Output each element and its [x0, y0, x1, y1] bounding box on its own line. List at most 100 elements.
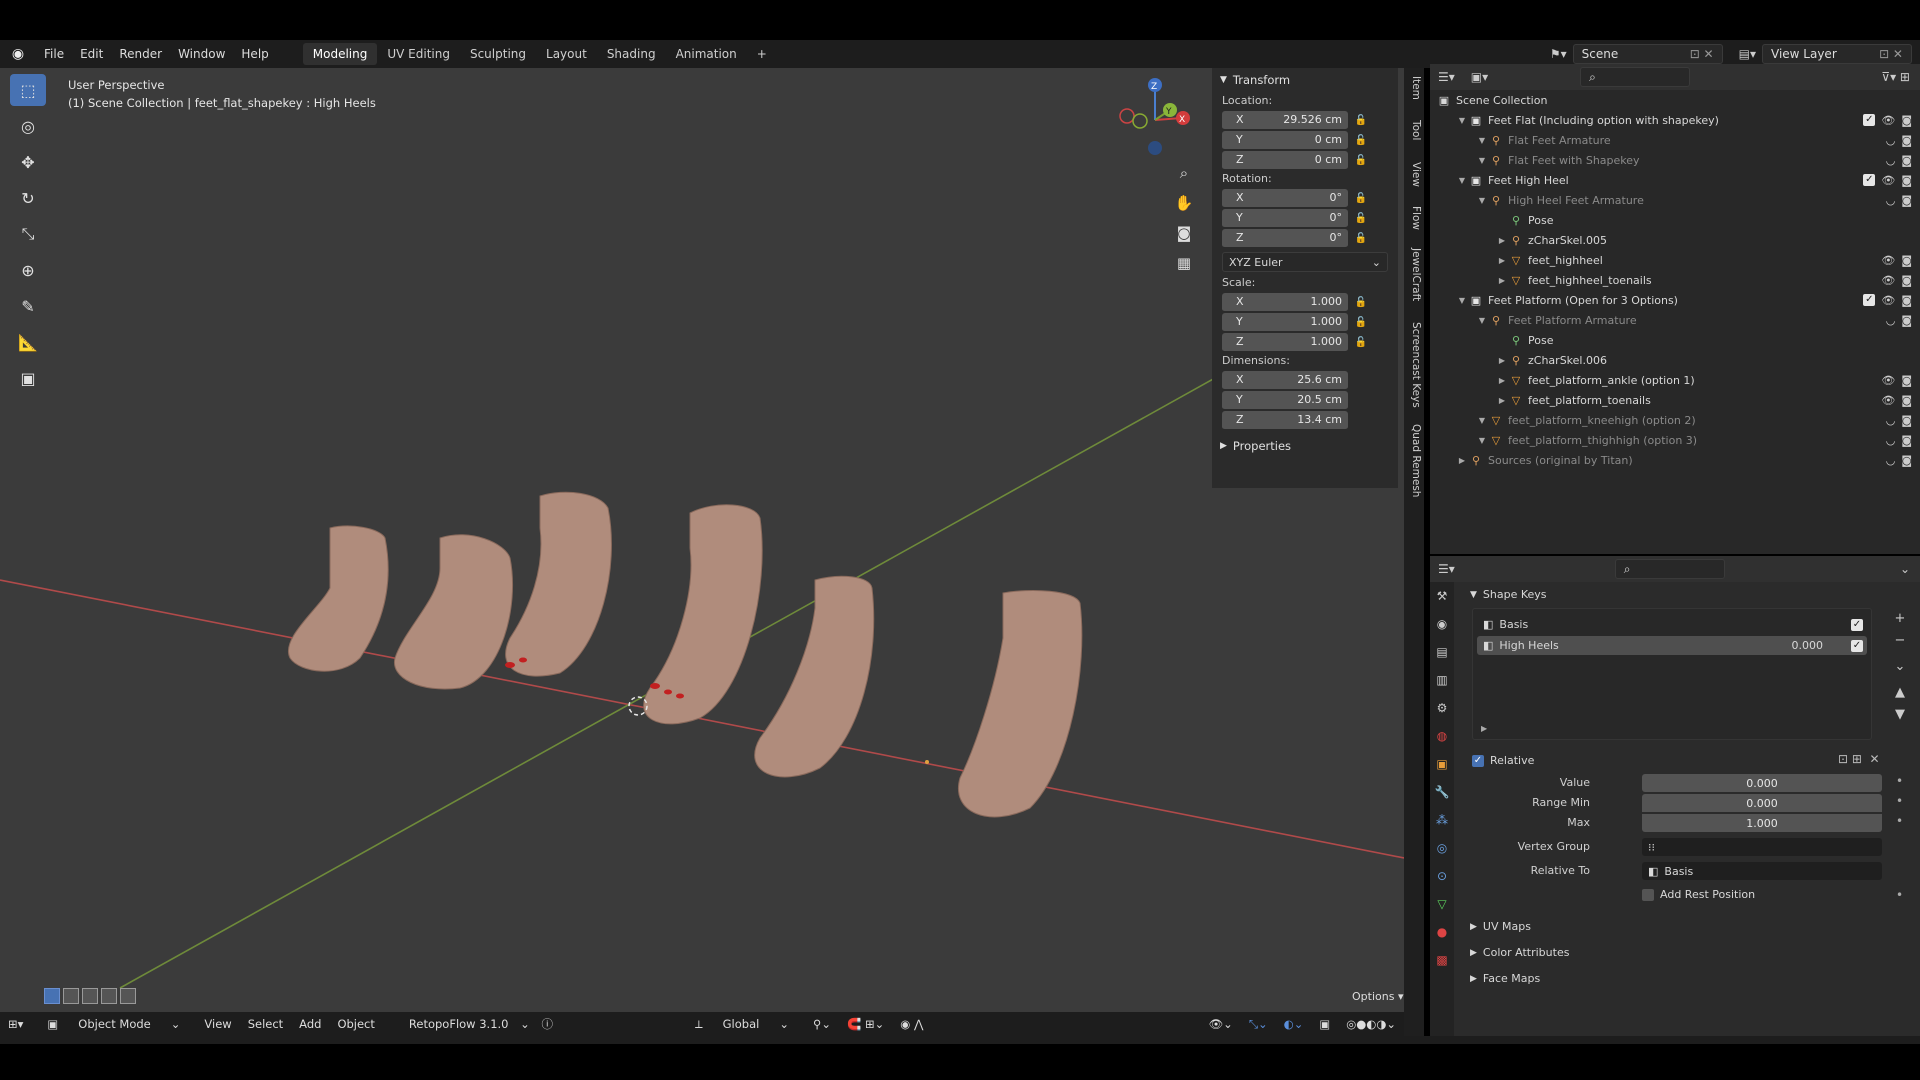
3d-viewport[interactable]: Z X Y User Perspective (1) Scene Collect…: [0, 68, 1404, 1040]
lock-icon[interactable]: 🔓: [1348, 155, 1374, 166]
camera-icon[interactable]: ◙: [1901, 254, 1912, 267]
add-rest-checkbox[interactable]: [1642, 888, 1654, 901]
expand-icon[interactable]: ▶: [1496, 376, 1508, 385]
rotation-z-field[interactable]: Z 0°: [1222, 228, 1348, 248]
outliner-item[interactable]: ▼ ⚲ High Heel Feet Armature ◡ ◙: [1430, 190, 1920, 210]
pin-icons[interactable]: ⊡ ⊞ ✕: [1838, 752, 1880, 766]
mode-select[interactable]: ▣ Object Mode ⌄: [31, 1017, 196, 1031]
select-invert-icon[interactable]: [101, 988, 117, 1004]
outliner-item[interactable]: ▶ ▽ feet_platform_ankle (option 1) 👁 ◙: [1430, 370, 1920, 390]
move-up-icon[interactable]: ▲: [1890, 682, 1910, 704]
vertex-group-field[interactable]: ⁝⁝: [1642, 838, 1882, 856]
keyframe-dot-icon[interactable]: •: [1896, 888, 1903, 902]
menu-render[interactable]: Render: [111, 47, 170, 61]
menu-help[interactable]: Help: [233, 47, 276, 61]
eye-icon[interactable]: 👁: [1881, 114, 1895, 127]
include-checkbox[interactable]: ✓: [1863, 293, 1876, 306]
shape-keys-header[interactable]: ▼ Shape Keys: [1470, 588, 1547, 601]
lock-icon[interactable]: 🔓: [1348, 337, 1374, 348]
outliner-item[interactable]: ▼ ⚲ Flat Feet Armature ◡ ◙: [1430, 130, 1920, 150]
world-tab-icon[interactable]: ◍: [1430, 722, 1454, 750]
outliner-item[interactable]: ▼ ▽ feet_platform_thighhigh (option 3) ◡ ◙: [1430, 430, 1920, 450]
view-layer-tab-icon[interactable]: ▥: [1430, 666, 1454, 694]
menu-view[interactable]: View: [196, 1017, 239, 1031]
location-z-field[interactable]: Z 0 cm: [1222, 150, 1348, 170]
cursor-tool[interactable]: ◎: [10, 110, 46, 142]
tool-tab-icon[interactable]: ⚒: [1430, 582, 1454, 610]
outliner-item[interactable]: ▼ ▽ feet_platform_kneehigh (option 2) ◡ ◙: [1430, 410, 1920, 430]
camera-icon[interactable]: ◙: [1901, 294, 1912, 307]
camera-icon[interactable]: ◙: [1901, 134, 1912, 147]
lock-icon[interactable]: 🔓: [1348, 233, 1374, 244]
mute-checkbox[interactable]: ✓: [1851, 639, 1863, 652]
scene-collection-row[interactable]: ▣ Scene Collection: [1430, 90, 1920, 110]
expand-icon[interactable]: ▼: [1476, 156, 1488, 165]
expand-icon[interactable]: ▼: [1476, 416, 1488, 425]
camera-icon[interactable]: ◙: [1901, 454, 1912, 467]
texture-tab-icon[interactable]: ▩: [1430, 946, 1454, 974]
measure-tool[interactable]: 📐: [10, 326, 46, 358]
eye-icon[interactable]: 👁: [1881, 294, 1895, 307]
tab-item[interactable]: Item: [1406, 76, 1422, 100]
zoom-icon[interactable]: ⌕: [1170, 164, 1198, 194]
expand-icon[interactable]: ▶: [1456, 456, 1468, 465]
expand-icon[interactable]: ▶: [1481, 724, 1487, 733]
pivot-icon[interactable]: ⚲⌄: [805, 1017, 839, 1031]
outliner-item[interactable]: ▼ ⚲ Feet Platform Armature ◡ ◙: [1430, 310, 1920, 330]
grid-view-icon[interactable]: ▦: [1170, 254, 1198, 284]
camera-icon[interactable]: ◙: [1901, 114, 1912, 127]
expand-icon[interactable]: ▼: [1456, 116, 1468, 125]
tab-view[interactable]: View: [1406, 162, 1422, 187]
menu-select[interactable]: Select: [240, 1017, 291, 1031]
scale-x-field[interactable]: X 1.000: [1222, 292, 1348, 312]
dimensions-z-field[interactable]: Z 13.4 cm: [1222, 410, 1348, 430]
shape-key-value[interactable]: 0.000: [1792, 639, 1824, 652]
view-layer-icon[interactable]: ▤▾: [1739, 47, 1756, 61]
face-maps-section[interactable]: ▶ Face Maps: [1470, 972, 1540, 985]
camera-icon[interactable]: ◙: [1901, 374, 1912, 387]
relative-toggle[interactable]: ✓ Relative: [1472, 754, 1534, 767]
outliner-item[interactable]: ▶ ▽ feet_highheel 👁 ◙: [1430, 250, 1920, 270]
camera-icon[interactable]: ◙: [1901, 434, 1912, 447]
location-x-field[interactable]: X 29.526 cm: [1222, 110, 1348, 130]
hidden-eye-icon[interactable]: ◡: [1886, 154, 1896, 167]
hidden-eye-icon[interactable]: ◡: [1886, 314, 1896, 327]
rotation-mode-select[interactable]: XYZ Euler ⌄: [1222, 252, 1388, 272]
expand-icon[interactable]: ▶: [1496, 276, 1508, 285]
hidden-eye-icon[interactable]: ◡: [1886, 454, 1896, 467]
select-subtract-icon[interactable]: [82, 988, 98, 1004]
outliner-item[interactable]: ▼ ▣ Feet Platform (Open for 3 Options) ✓ 👁 ◙: [1430, 290, 1920, 310]
range-max-field[interactable]: 1.000: [1642, 814, 1882, 832]
camera-icon[interactable]: ◙: [1901, 274, 1912, 287]
camera-icon[interactable]: ◙: [1901, 414, 1912, 427]
add-rest-position-toggle[interactable]: Add Rest Position: [1642, 888, 1755, 901]
rotation-y-field[interactable]: Y 0°: [1222, 208, 1348, 228]
remove-icon[interactable]: −: [1890, 630, 1910, 652]
relative-to-field[interactable]: ◧ Basis: [1642, 862, 1882, 880]
menu-edit[interactable]: Edit: [72, 47, 111, 61]
visibility-icon[interactable]: 👁⌄: [1201, 1017, 1241, 1031]
constraints-tab-icon[interactable]: ⊙: [1430, 862, 1454, 890]
move-down-icon[interactable]: ▼: [1890, 704, 1910, 726]
options-dropdown[interactable]: Options ▾: [1352, 990, 1403, 1003]
object-tab-icon[interactable]: ▣: [1430, 750, 1454, 778]
rotate-tool[interactable]: ↻: [10, 182, 46, 214]
outliner-item[interactable]: ▼ ⚲ Flat Feet with Shapekey ◡ ◙: [1430, 150, 1920, 170]
select-intersect-icon[interactable]: [120, 988, 136, 1004]
xray-toggle-icon[interactable]: ▣: [1311, 1017, 1338, 1031]
rotation-x-field[interactable]: X 0°: [1222, 188, 1348, 208]
scene-selector[interactable]: Scene ⊡ ✕: [1572, 44, 1723, 64]
transform-header[interactable]: ▼ Transform: [1212, 68, 1398, 92]
add-icon[interactable]: +: [1890, 608, 1910, 630]
proportional-edit-icon[interactable]: ◉ ⋀: [892, 1017, 931, 1031]
menu-add[interactable]: Add: [291, 1017, 329, 1031]
tab-animation[interactable]: Animation: [666, 43, 747, 65]
expand-icon[interactable]: ▶: [1496, 356, 1508, 365]
include-checkbox[interactable]: ✓: [1863, 113, 1876, 126]
lock-icon[interactable]: 🔓: [1348, 297, 1374, 308]
orientation-select[interactable]: ⟂ Global ⌄: [679, 1017, 805, 1032]
outliner-item[interactable]: ▶ ▽ feet_platform_toenails 👁 ◙: [1430, 390, 1920, 410]
expand-icon[interactable]: ▼: [1476, 316, 1488, 325]
properties-header[interactable]: ▶ Properties: [1212, 434, 1398, 458]
editor-type-icon[interactable]: ⊞▾: [0, 1017, 31, 1031]
